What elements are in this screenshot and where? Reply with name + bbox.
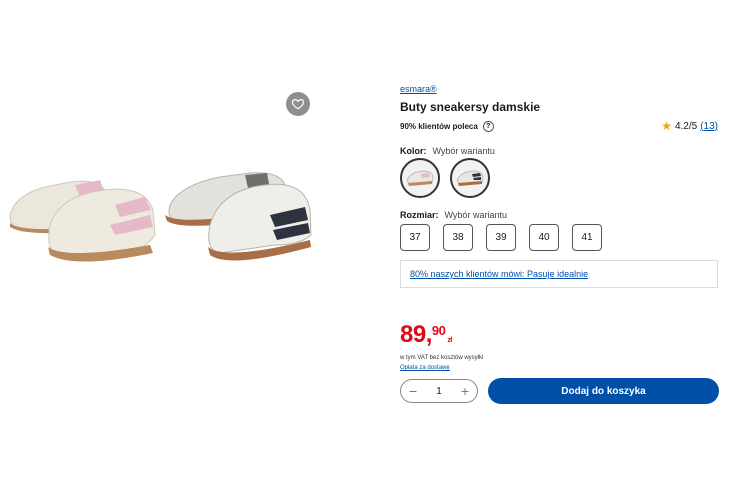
size-41-button[interactable]: 41 [572, 224, 602, 251]
color-swatches [400, 158, 490, 198]
product-image[interactable] [5, 165, 323, 280]
size-37-button[interactable]: 37 [400, 224, 430, 251]
swatch-grey[interactable] [450, 158, 490, 198]
size-value: Wybór wariantu [444, 210, 507, 220]
fit-info-link[interactable]: 80% naszych klientów mówi: Pasuje idealn… [410, 269, 588, 279]
decrease-button[interactable]: − [409, 383, 417, 399]
vat-note: w tym VAT bez kosztów wysyłki [400, 355, 484, 361]
size-40-button[interactable]: 40 [529, 224, 559, 251]
add-to-cart-button[interactable]: Dodaj do koszyka [488, 378, 719, 404]
shipping-cost-link[interactable]: Opłata za dostawę [400, 365, 450, 371]
quantity-value[interactable]: 1 [436, 386, 442, 397]
star-icon: ★ [661, 119, 672, 133]
fit-info-box: 80% naszych klientów mówi: Pasuje idealn… [400, 260, 718, 288]
brand-link[interactable]: esmara® [400, 84, 437, 94]
favorite-button[interactable] [286, 92, 310, 116]
product-title: Buty sneakersy damskie [400, 100, 541, 114]
swatch-grey-image [456, 170, 484, 186]
price-integer: 89, [400, 321, 432, 348]
recommendation-text: 90% klientów poleca [400, 122, 478, 131]
size-label-row: Rozmiar: Wybór wariantu [400, 210, 507, 220]
color-value: Wybór wariantu [432, 146, 495, 156]
swatch-cream-image [406, 170, 434, 186]
color-label-row: Kolor: Wybór wariantu [400, 146, 495, 156]
increase-button[interactable]: + [461, 383, 469, 399]
shoe-pair-cream [9, 180, 156, 262]
size-options: 37 38 39 40 41 [400, 224, 602, 251]
info-icon[interactable]: ? [482, 121, 494, 132]
price: 89,90zł [400, 321, 452, 349]
size-38-button[interactable]: 38 [443, 224, 473, 251]
rating: ★ 4.2/5 (13) [661, 119, 718, 133]
shoe-pair-grey [165, 172, 312, 261]
size-39-button[interactable]: 39 [486, 224, 516, 251]
rating-value: 4.2/5 [674, 120, 698, 132]
swatch-cream[interactable] [400, 158, 440, 198]
recommendation: 90% klientów poleca ? [400, 121, 494, 132]
quantity-stepper: − 1 + [400, 379, 478, 403]
color-label: Kolor: [400, 146, 427, 156]
price-currency: zł [447, 337, 452, 344]
heart-icon [291, 99, 305, 110]
price-decimal: 90 [431, 323, 446, 338]
rating-count-link[interactable]: (13) [700, 121, 718, 132]
size-label: Rozmiar: [400, 210, 439, 220]
